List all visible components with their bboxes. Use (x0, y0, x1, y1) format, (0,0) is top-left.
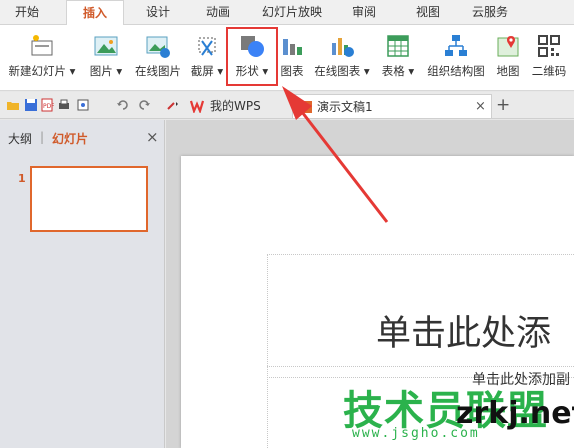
tab-cloud[interactable]: 云服务 (466, 0, 514, 25)
tab-view[interactable]: 视图 (408, 0, 448, 25)
save-icon[interactable] (24, 98, 38, 112)
screenshot-button[interactable]: 截屏 ▾ (188, 25, 226, 91)
online-picture-icon (146, 36, 170, 58)
ribbon: 新建幻灯片 ▾ 图片 ▾ 在线图片 截屏 ▾ 形状 ▾ 图表 在线图表 ▾ 表格… (0, 25, 574, 91)
tab-insert[interactable]: 插入 (66, 0, 124, 26)
tab-slides[interactable]: 幻灯片 (52, 130, 88, 147)
redo-icon[interactable] (137, 98, 151, 112)
open-folder-icon[interactable] (6, 98, 20, 112)
online-picture-label: 在线图片 (135, 64, 181, 78)
table-button[interactable]: 表格 ▾ (376, 25, 420, 91)
qrcode-label: 二维码 (531, 64, 567, 78)
menu-bar: 开始 插入 设计 动画 幻灯片放映 审阅 视图 云服务 (0, 0, 574, 26)
shapes-highlight-box (226, 27, 278, 86)
title-placeholder[interactable]: 单击此处添 (267, 254, 574, 378)
new-slide-label: 新建幻灯片 ▾ (8, 64, 76, 78)
undo-icon[interactable] (116, 98, 130, 112)
chart-icon (283, 39, 302, 55)
screenshot-label: 截屏 ▾ (190, 64, 224, 78)
org-chart-button[interactable]: 组织结构图 (422, 25, 490, 91)
chart-button[interactable]: 图表 (276, 25, 308, 91)
online-chart-icon (332, 38, 354, 57)
slide-number: 1 (18, 172, 26, 185)
qrcode-button[interactable]: 二维码 (526, 25, 572, 91)
tab-outline[interactable]: 大纲 (8, 130, 32, 147)
map-button[interactable]: 地图 (492, 25, 524, 91)
presentation-file-icon: P (300, 101, 312, 114)
more-tools-icon[interactable] (166, 98, 180, 112)
preview-icon[interactable] (76, 98, 90, 112)
picture-button[interactable]: 图片 ▾ (84, 25, 128, 91)
qrcode-icon (538, 35, 560, 57)
svg-text:PDF: PDF (43, 103, 54, 110)
slide-thumbnail[interactable] (30, 166, 148, 232)
org-chart-icon (445, 35, 467, 56)
online-chart-button[interactable]: 在线图表 ▾ (310, 25, 374, 91)
new-tab-button[interactable]: + (496, 95, 510, 115)
tab-presentation-1[interactable]: P 演示文稿1 × (292, 94, 492, 118)
export-pdf-icon[interactable]: PDF (40, 98, 54, 112)
online-chart-label: 在线图表 ▾ (314, 64, 370, 78)
new-slide-icon (31, 35, 53, 56)
tab-slideshow[interactable]: 幻灯片放映 (256, 0, 328, 25)
tab-home[interactable]: 开始 (6, 0, 48, 25)
quick-access-bar: PDF 我的WPS P 演示文稿1 × + (0, 92, 574, 119)
screenshot-icon (198, 37, 216, 56)
watermark-url: www.jsgho.com (352, 426, 480, 441)
tab-divider: | (40, 130, 45, 144)
table-icon (387, 35, 409, 57)
print-icon[interactable] (57, 98, 71, 112)
table-label: 表格 ▾ (381, 64, 415, 78)
title-placeholder-text: 单击此处添 (376, 314, 552, 354)
tab-animation[interactable]: 动画 (198, 0, 238, 25)
online-picture-button[interactable]: 在线图片 (130, 25, 186, 91)
slide-panel-header: 大纲 | 幻灯片 × (0, 120, 165, 154)
panel-close-icon[interactable]: × (146, 128, 159, 146)
close-tab-icon[interactable]: × (475, 95, 486, 119)
map-icon (497, 36, 519, 57)
svg-text:P: P (302, 104, 309, 114)
new-slide-button[interactable]: 新建幻灯片 ▾ (4, 25, 80, 91)
tab-design[interactable]: 设计 (138, 0, 178, 25)
wps-logo-icon (190, 100, 204, 113)
chart-label: 图表 (280, 64, 304, 78)
picture-icon (94, 36, 118, 56)
map-label: 地图 (496, 64, 520, 78)
slide-panel: 大纲 | 幻灯片 × 1 (0, 120, 165, 448)
picture-label: 图片 ▾ (89, 64, 123, 78)
tab-my-wps-label: 我的WPS (210, 99, 261, 113)
tab-review[interactable]: 审阅 (344, 0, 384, 25)
org-chart-label: 组织结构图 (427, 64, 485, 78)
tab-presentation-1-label: 演示文稿1 (317, 100, 373, 114)
tab-my-wps[interactable]: 我的WPS (182, 94, 288, 118)
